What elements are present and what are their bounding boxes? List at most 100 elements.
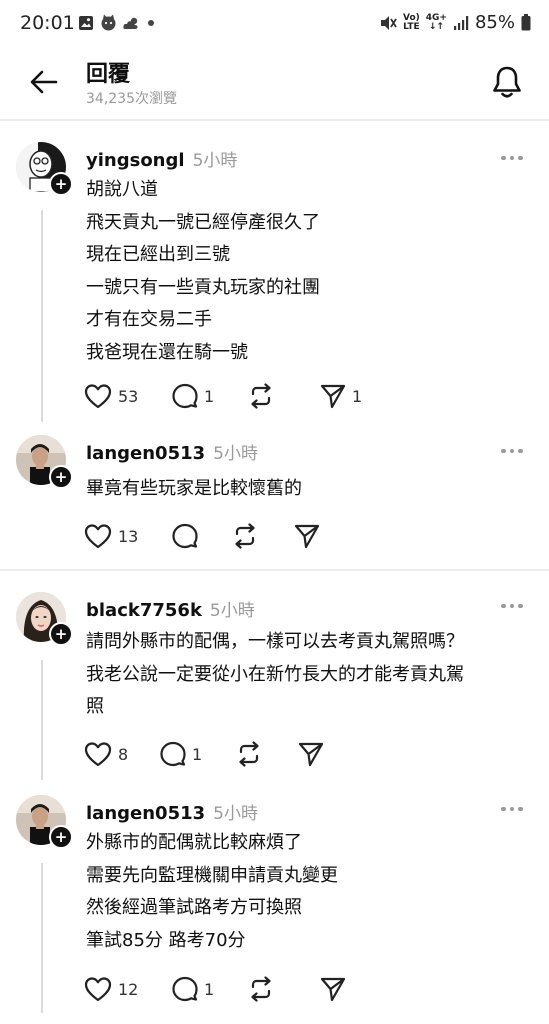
username[interactable]: black7756k xyxy=(86,600,202,621)
post-line: 我老公說一定要從小在新竹長大的才能考貢丸駕 xyxy=(86,663,464,685)
repost-icon xyxy=(235,523,255,549)
follow-plus-button[interactable]: + xyxy=(49,465,73,489)
comment-button[interactable]: 1 xyxy=(172,381,248,411)
repost-icon xyxy=(251,383,271,409)
post-line: 筆試85分 路考70分 xyxy=(86,929,246,951)
follow-plus-button[interactable]: + xyxy=(49,172,73,196)
comment-count: 1 xyxy=(192,744,203,764)
like-button[interactable]: 13 xyxy=(84,521,172,551)
comment-count: 1 xyxy=(204,979,215,999)
like-count: 8 xyxy=(118,744,129,764)
send-icon xyxy=(320,977,346,1002)
follow-plus-button[interactable]: + xyxy=(49,622,73,646)
post-actions: 8 1 xyxy=(84,739,330,769)
comment-button[interactable] xyxy=(172,521,232,551)
cloud-icon xyxy=(123,17,138,29)
repost-button[interactable] xyxy=(248,381,320,411)
volte-indicator: Vo) LTE xyxy=(403,13,420,32)
data-arrows-icon: ↓↑ xyxy=(428,21,444,32)
post-body: 畢竟有些玩家是比較懷舊的 xyxy=(86,473,302,506)
heart-icon xyxy=(84,742,112,767)
post-time: 5小時 xyxy=(213,804,258,824)
username[interactable]: langen0513 xyxy=(86,803,205,824)
send-icon xyxy=(294,524,320,549)
share-button[interactable] xyxy=(320,974,352,1004)
comment-icon xyxy=(172,383,198,409)
signal-icon xyxy=(453,15,469,30)
share-count: 1 xyxy=(352,386,363,406)
status-time: 20:01 xyxy=(20,12,75,34)
heart-icon xyxy=(84,384,112,409)
post-body: 請問外縣市的配偶，一樣可以去考貢丸駕照嗎？ 我老公說一定要從小在新竹長大的才能考… xyxy=(86,626,464,724)
like-count: 13 xyxy=(118,526,139,546)
post-time: 5小時 xyxy=(213,444,258,464)
notifications-button[interactable] xyxy=(487,62,527,102)
post-line: 我爸現在還在騎一號 xyxy=(86,341,248,363)
post-line: 外縣市的配偶就比較麻煩了 xyxy=(86,832,302,853)
avatar-container: + xyxy=(16,142,73,196)
more-options-button[interactable] xyxy=(497,148,527,168)
post-actions: 13 xyxy=(84,521,326,551)
post-time: 5小時 xyxy=(192,151,238,171)
share-button[interactable]: 1 xyxy=(320,381,362,411)
post-line: 胡說八道 xyxy=(86,179,158,200)
like-count: 53 xyxy=(118,386,139,406)
bell-icon xyxy=(493,66,521,98)
avatar-container: + xyxy=(16,592,73,646)
page-title: 回覆 xyxy=(86,62,131,87)
post-divider xyxy=(0,569,549,571)
like-count: 12 xyxy=(118,979,139,999)
post-line: 才有在交易二手 xyxy=(86,309,212,330)
comment-icon xyxy=(160,741,186,767)
status-right-icons: Vo) LTE 4G+ ↓↑ 85% xyxy=(377,12,531,33)
repost-button[interactable] xyxy=(232,521,294,551)
post-actions: 53 1 1 xyxy=(84,381,362,411)
share-button[interactable] xyxy=(298,739,330,769)
more-options-button[interactable] xyxy=(497,596,527,616)
view-count: 34,235次瀏覽 xyxy=(86,91,177,107)
post-line: 需要先向監理機關申請貢丸變更 xyxy=(86,864,338,886)
post-header: yingsongl 5小時 xyxy=(86,146,237,171)
comment-icon xyxy=(172,523,198,549)
cat-icon xyxy=(101,14,116,31)
status-bar: 20:01 Vo) LTE 4G+ ↓↑ 85% xyxy=(0,0,549,48)
mute-icon xyxy=(381,15,397,30)
status-left-icons xyxy=(78,14,155,31)
more-options-button[interactable] xyxy=(497,441,527,461)
send-icon xyxy=(298,742,324,767)
thread-line xyxy=(41,863,43,1013)
top-app-bar: 回覆 34,235次瀏覽 xyxy=(0,48,549,120)
back-button[interactable] xyxy=(26,64,62,100)
post-body: 胡說八道 飛天貢丸一號已經停產很久了 現在已經出到三號 一號只有一些貢丸玩家的社… xyxy=(86,174,320,369)
post-line: 然後經過筆試路考方可換照 xyxy=(86,897,302,918)
like-button[interactable]: 8 xyxy=(84,739,160,769)
comment-count: 1 xyxy=(204,386,215,406)
post-actions: 12 1 xyxy=(84,974,352,1004)
avatar-container: + xyxy=(16,435,73,489)
like-button[interactable]: 53 xyxy=(84,381,172,411)
follow-plus-button[interactable]: + xyxy=(49,825,73,849)
comment-button[interactable]: 1 xyxy=(160,739,236,769)
share-button[interactable] xyxy=(294,521,326,551)
post-line: 飛天貢丸一號已經停產很久了 xyxy=(86,211,320,233)
battery-icon xyxy=(521,14,531,31)
gallery-icon xyxy=(79,15,93,30)
post-line: 請問外縣市的配偶，一樣可以去考貢丸駕照嗎？ xyxy=(86,631,464,652)
heart-icon xyxy=(84,977,112,1002)
repost-button[interactable] xyxy=(236,739,298,769)
comment-button[interactable]: 1 xyxy=(172,974,248,1004)
header-divider xyxy=(0,119,549,121)
username[interactable]: langen0513 xyxy=(86,443,205,464)
dot-icon xyxy=(148,19,154,26)
thread-line xyxy=(41,660,43,780)
send-icon xyxy=(320,384,346,409)
username[interactable]: yingsongl xyxy=(86,150,185,171)
more-options-button[interactable] xyxy=(497,799,527,819)
thread-line xyxy=(41,210,43,422)
repost-button[interactable] xyxy=(248,974,320,1004)
post-line: 一號只有一些貢丸玩家的社團 xyxy=(86,276,320,298)
post-header: black7756k 5小時 xyxy=(86,596,255,621)
comment-icon xyxy=(172,976,198,1002)
post-body: 外縣市的配偶就比較麻煩了 需要先向監理機關申請貢丸變更 然後經過筆試路考方可換照… xyxy=(86,827,338,957)
like-button[interactable]: 12 xyxy=(84,974,172,1004)
